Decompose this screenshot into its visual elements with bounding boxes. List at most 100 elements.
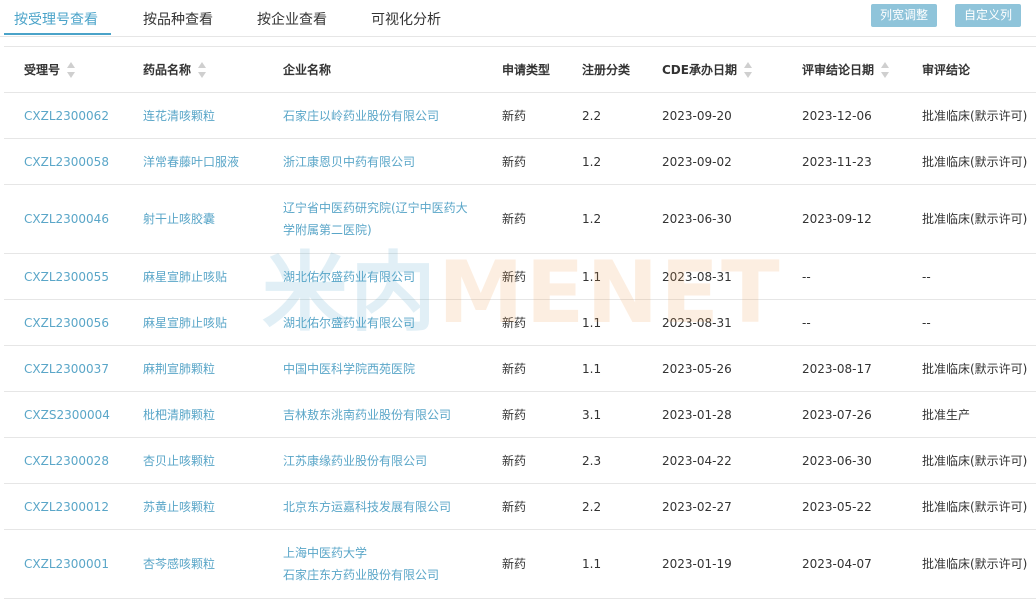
custom-columns-button[interactable]: 自定义列 — [955, 4, 1022, 27]
company-name-link[interactable]: 江苏康缘药业股份有限公司 — [283, 450, 427, 472]
cde-date: 2023-09-02 — [662, 154, 732, 169]
drug-name-link-cell: 射干止咳胶囊 — [143, 185, 215, 253]
review-date-cell: -- — [802, 254, 811, 299]
acceptance-number-link[interactable]: CXZL2300037 — [24, 358, 109, 380]
sort-icon[interactable] — [743, 61, 753, 78]
acceptance-number-link[interactable]: CXZL2300055 — [24, 266, 109, 288]
company-name-link-cell: 北京东方运嘉科技发展有限公司 — [283, 484, 451, 529]
company-name-lines: 上海中医药大学 石家庄东方药业股份有限公司 — [283, 542, 439, 586]
drug-name-link-cell: 枇杷清肺颗粒 — [143, 392, 215, 437]
company-name-link[interactable]: 湖北佑尔盛药业有限公司 — [283, 312, 415, 334]
registration-class-cell: 1.1 — [582, 530, 601, 598]
header-label: CDE承办日期 — [662, 62, 737, 77]
company-name-link[interactable]: 湖北佑尔盛药业有限公司 — [283, 266, 415, 288]
company-name-link[interactable]: 学附属第二医院) — [283, 219, 468, 241]
cde-date-cell: 2023-08-31 — [662, 254, 732, 299]
company-name-lines: 中国中医科学院西苑医院 — [283, 358, 415, 380]
table-row: CXZS2300004 枇杷清肺颗粒 吉林敖东洮南药业股份有限公司 新药 3.1 2023… — [4, 392, 1036, 438]
review-date: 2023-11-23 — [802, 154, 872, 169]
company-name-link[interactable]: 上海中医药大学 — [283, 542, 439, 564]
tab-bar: 按受理号查看 按品种查看 按企业查看 可视化分析 列宽调整 自定义列 — [0, 0, 1036, 37]
header-label: 审评结论 — [922, 62, 971, 77]
review-date-cell: 2023-08-17 — [802, 346, 872, 391]
company-name-link[interactable]: 中国中医科学院西苑医院 — [283, 358, 415, 380]
drug-name-link[interactable]: 麻星宣肺止咳贴 — [143, 266, 227, 288]
company-name-link[interactable]: 辽宁省中医药研究院(辽宁中医药大 — [283, 197, 468, 219]
tab-visual-analysis[interactable]: 可视化分析 — [371, 9, 441, 29]
application-type-cell: 新药 — [502, 484, 526, 529]
drug-name-link-cell: 麻荆宣肺颗粒 — [143, 346, 215, 391]
company-name-link-cell: 江苏康缘药业股份有限公司 — [283, 438, 427, 483]
drug-name-link[interactable]: 苏黄止咳颗粒 — [143, 496, 215, 518]
acceptance-number-link[interactable]: CXZL2300062 — [24, 105, 109, 127]
cde-date: 2023-02-27 — [662, 499, 732, 514]
review-date: 2023-08-17 — [802, 361, 872, 376]
review-result-cell: 批准临床(默示许可) — [922, 346, 1027, 391]
review-date: 2023-06-30 — [802, 453, 872, 468]
company-name-link[interactable]: 石家庄东方药业股份有限公司 — [283, 564, 439, 586]
acceptance-number-link-cell: CXZL2300012 — [24, 484, 109, 529]
header-registration-class: 注册分类 — [582, 47, 630, 92]
table-row: CXZL2300012 苏黄止咳颗粒 北京东方运嘉科技发展有限公司 新药 2.2 2023… — [4, 484, 1036, 530]
review-date-cell: 2023-06-30 — [802, 438, 872, 483]
acceptance-number-link[interactable]: CXZL2300058 — [24, 151, 109, 173]
review-date-cell: 2023-07-26 — [802, 392, 872, 437]
registration-class: 1.2 — [582, 154, 602, 169]
application-type-cell: 新药 — [502, 185, 526, 253]
application-type: 新药 — [502, 407, 527, 422]
drug-name-link[interactable]: 杏贝止咳颗粒 — [143, 450, 215, 472]
application-type-cell: 新药 — [502, 346, 526, 391]
drug-name-link[interactable]: 连花清咳颗粒 — [143, 105, 215, 127]
company-name-link[interactable]: 石家庄以岭药业股份有限公司 — [283, 105, 439, 127]
sort-icon[interactable] — [198, 61, 207, 78]
application-type: 新药 — [502, 361, 527, 376]
registration-class-cell: 3.1 — [582, 392, 601, 437]
acceptance-number-link-cell: CXZL2300062 — [24, 93, 109, 138]
company-name-link[interactable]: 吉林敖东洮南药业股份有限公司 — [283, 404, 451, 426]
tab-by-acceptance-number[interactable]: 按受理号查看 — [14, 9, 98, 29]
tab-by-company[interactable]: 按企业查看 — [257, 9, 327, 29]
cde-date-cell: 2023-02-27 — [662, 484, 732, 529]
company-name-link-cell: 湖北佑尔盛药业有限公司 — [283, 300, 415, 345]
cde-date-cell: 2023-01-19 — [662, 530, 732, 598]
drug-name-link[interactable]: 麻荆宣肺颗粒 — [143, 358, 215, 380]
drug-name-link[interactable]: 射干止咳胶囊 — [143, 208, 215, 230]
review-date-cell: 2023-11-23 — [802, 139, 872, 184]
review-result: 批准临床(默示许可) — [922, 154, 1028, 169]
acceptance-number-link[interactable]: CXZL2300001 — [24, 553, 109, 575]
acceptance-number-link-cell: CXZS2300004 — [24, 392, 110, 437]
review-result: -- — [922, 269, 931, 284]
drug-name-link-cell: 连花清咳颗粒 — [143, 93, 215, 138]
company-name-lines: 湖北佑尔盛药业有限公司 — [283, 312, 415, 334]
drug-name-link[interactable]: 杏芩感咳颗粒 — [143, 553, 215, 575]
sort-icon[interactable] — [67, 61, 76, 78]
company-name-link[interactable]: 浙江康恩贝中药有限公司 — [283, 151, 415, 173]
header-drug-name[interactable]: 药品名称 — [143, 47, 207, 92]
acceptance-number-link[interactable]: CXZL2300046 — [24, 208, 109, 230]
company-name-link[interactable]: 北京东方运嘉科技发展有限公司 — [283, 496, 451, 518]
header-cde-date[interactable]: CDE承办日期 — [662, 47, 753, 92]
drug-name-link[interactable]: 枇杷清肺颗粒 — [143, 404, 215, 426]
header-review-result: 审评结论 — [922, 47, 970, 92]
drug-name-link[interactable]: 洋常春藤叶口服液 — [143, 151, 239, 173]
table-row: CXZL2300028 杏贝止咳颗粒 江苏康缘药业股份有限公司 新药 2.3 2023-0… — [4, 438, 1036, 484]
company-name-lines: 江苏康缘药业股份有限公司 — [283, 450, 427, 472]
review-result: -- — [922, 315, 931, 330]
application-type-cell: 新药 — [502, 438, 526, 483]
acceptance-number-link[interactable]: CXZL2300012 — [24, 496, 109, 518]
header-acceptance-number[interactable]: 受理号 — [24, 47, 76, 92]
column-width-button[interactable]: 列宽调整 — [871, 4, 938, 27]
drug-name-link-cell: 杏贝止咳颗粒 — [143, 438, 215, 483]
registration-class-cell: 1.1 — [582, 254, 601, 299]
registration-class-cell: 2.2 — [582, 484, 601, 529]
acceptance-number-link[interactable]: CXZL2300028 — [24, 450, 109, 472]
drug-name-link[interactable]: 麻星宣肺止咳贴 — [143, 312, 227, 334]
tab-by-variety[interactable]: 按品种查看 — [143, 9, 213, 29]
sort-icon[interactable] — [881, 61, 890, 78]
company-name-link-cell: 湖北佑尔盛药业有限公司 — [283, 254, 415, 299]
acceptance-number-link[interactable]: CXZS2300004 — [24, 404, 110, 426]
header-review-date[interactable]: 评审结论日期 — [802, 47, 890, 92]
review-date: 2023-12-06 — [802, 108, 872, 123]
cde-date-cell: 2023-05-26 — [662, 346, 732, 391]
acceptance-number-link[interactable]: CXZL2300056 — [24, 312, 109, 334]
